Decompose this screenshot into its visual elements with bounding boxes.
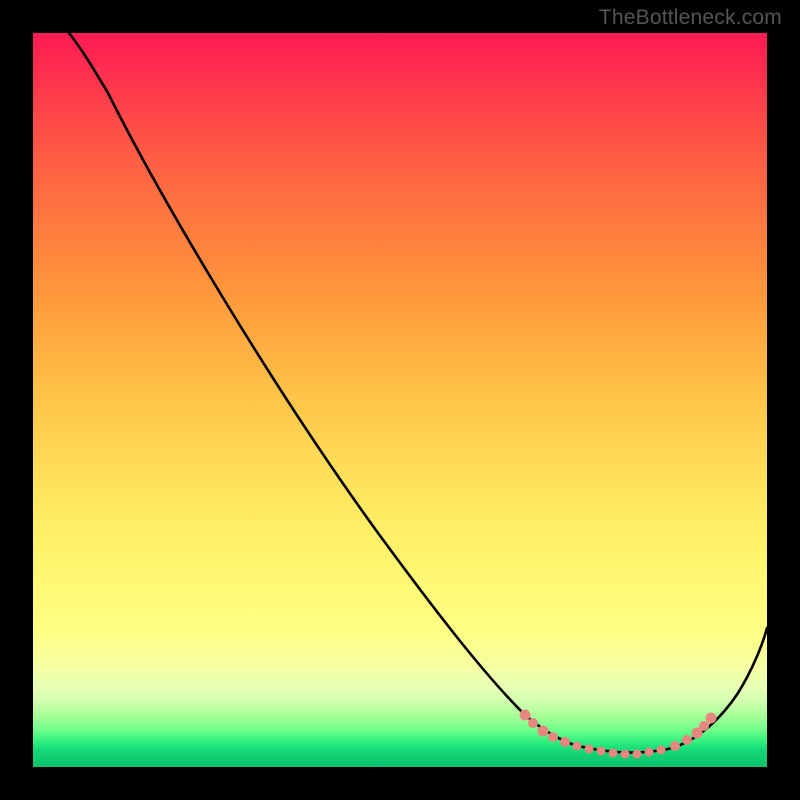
plot-area xyxy=(33,33,767,767)
chart-frame: TheBottleneck.com xyxy=(0,0,800,800)
bottleneck-curve xyxy=(69,33,767,753)
attribution-text: TheBottleneck.com xyxy=(599,6,782,30)
curve-layer xyxy=(33,33,767,767)
